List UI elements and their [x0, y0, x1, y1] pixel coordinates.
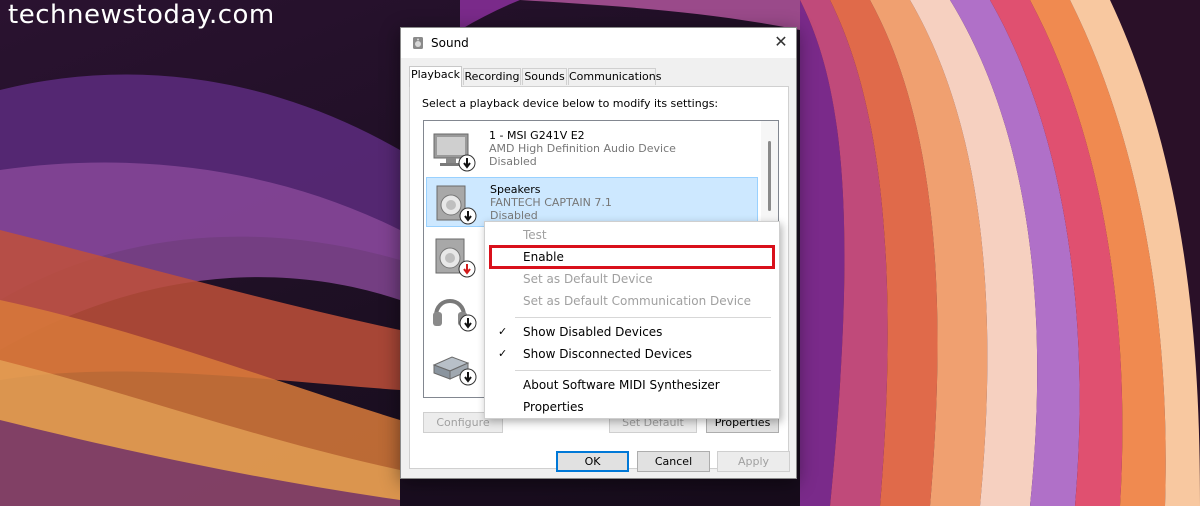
scroll-thumb[interactable]	[768, 141, 771, 211]
menu-item-set-default-device[interactable]: Set as Default Device	[486, 269, 778, 289]
device-item-monitor[interactable]: 1 - MSI G241V E2 AMD High Definition Aud…	[426, 124, 758, 174]
speaker-icon	[435, 238, 476, 278]
menu-item-label: Set as Default Communication Device	[523, 294, 752, 308]
menu-item-label: Show Disconnected Devices	[523, 347, 692, 361]
menu-item-label: About Software MIDI Synthesizer	[523, 378, 720, 392]
menu-separator	[515, 317, 771, 318]
check-icon: ✓	[498, 325, 508, 338]
instruction-text: Select a playback device below to modify…	[422, 97, 719, 110]
menu-item-about-midi[interactable]: About Software MIDI Synthesizer	[486, 375, 778, 395]
audio-device-icon	[432, 356, 477, 386]
menu-item-test[interactable]: Test	[486, 225, 778, 245]
menu-separator	[515, 370, 771, 371]
device-driver: AMD High Definition Audio Device	[489, 142, 676, 155]
monitor-icon	[433, 133, 476, 172]
headphones-icon	[433, 299, 477, 332]
close-icon[interactable]: ✕	[766, 28, 796, 58]
title-bar: Sound ✕	[401, 28, 796, 58]
device-status: Disabled	[489, 155, 537, 168]
cancel-button[interactable]: Cancel	[637, 451, 710, 472]
menu-item-show-disabled-devices[interactable]: ✓ Show Disabled Devices	[486, 322, 778, 342]
enable-highlight-box	[489, 245, 775, 269]
menu-item-label: Properties	[523, 400, 584, 414]
device-driver: FANTECH CAPTAIN 7.1	[490, 196, 612, 209]
ok-button[interactable]: OK	[556, 451, 629, 472]
site-watermark: technewstoday.com	[8, 0, 275, 30]
menu-item-label: Show Disabled Devices	[523, 325, 663, 339]
apply-button[interactable]: Apply	[717, 451, 790, 472]
tab-playback[interactable]: Playback	[409, 66, 462, 87]
speaker-icon	[436, 185, 477, 225]
menu-item-label: Test	[523, 228, 547, 242]
device-name: Speakers	[490, 183, 541, 196]
check-icon: ✓	[498, 347, 508, 360]
speaker-app-icon	[413, 37, 423, 49]
device-item-speakers[interactable]: Speakers FANTECH CAPTAIN 7.1 Disabled	[426, 177, 758, 227]
device-name: 1 - MSI G241V E2	[489, 129, 585, 142]
tab-communications[interactable]: Communications	[568, 68, 661, 85]
menu-item-label: Set as Default Device	[523, 272, 653, 286]
menu-item-show-disconnected-devices[interactable]: ✓ Show Disconnected Devices	[486, 344, 778, 364]
window-title: Sound	[431, 36, 469, 50]
menu-item-properties[interactable]: Properties	[486, 397, 778, 417]
tab-recording[interactable]: Recording	[463, 68, 521, 85]
menu-item-set-default-communication-device[interactable]: Set as Default Communication Device	[486, 291, 778, 311]
tab-sounds[interactable]: Sounds	[522, 68, 567, 85]
